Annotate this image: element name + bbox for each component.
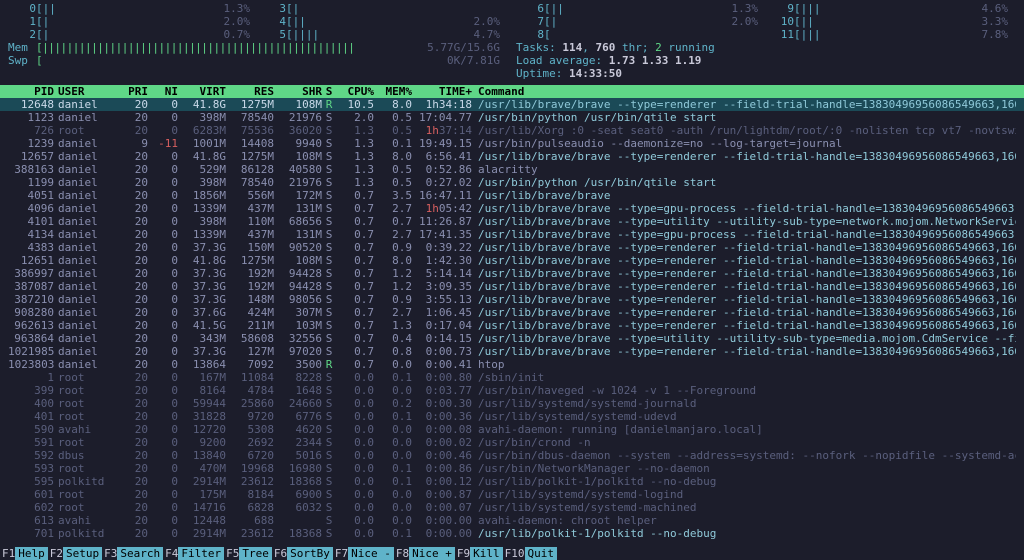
- process-row[interactable]: 701polkitd2002914M2361218368S0.00.10:00.…: [0, 527, 1024, 540]
- process-row[interactable]: 12657daniel20041.8G1275M108MS1.38.06:56.…: [0, 150, 1024, 163]
- col-pid[interactable]: PID: [8, 85, 58, 98]
- col-pri[interactable]: PRI: [118, 85, 148, 98]
- col-ni[interactable]: NI: [148, 85, 178, 98]
- tasks-info: Tasks: 114, 760 thr; 2 running: [516, 41, 1016, 54]
- process-row[interactable]: 401root2003182897206776S0.00.10:00.36/us…: [0, 410, 1024, 423]
- cpu-meter-10: 10[||3.3%: [766, 15, 1016, 28]
- col-user[interactable]: USER: [58, 85, 118, 98]
- col-virt[interactable]: VIRT: [178, 85, 226, 98]
- fkey-f7: F7: [333, 547, 348, 560]
- cpu-meter-3: 3[|: [258, 2, 508, 15]
- process-row[interactable]: 4134daniel2001339M437M131MS0.72.717:41.3…: [0, 228, 1024, 241]
- process-row[interactable]: 1239daniel9-111001M144089940S1.30.119:49…: [0, 137, 1024, 150]
- cpu-meter-8: 8[: [516, 28, 766, 41]
- process-row[interactable]: 386997daniel20037.3G192M94428S0.71.25:14…: [0, 267, 1024, 280]
- process-row[interactable]: 962613daniel20041.5G211M103MS0.71.30:17.…: [0, 319, 1024, 332]
- process-row[interactable]: 963864daniel200343M5860832556S0.70.40:14…: [0, 332, 1024, 345]
- process-row[interactable]: 12648daniel20041.8G1275M108MR10.58.01h34…: [0, 98, 1024, 111]
- fkey-f5-label[interactable]: Tree: [239, 547, 272, 560]
- process-row[interactable]: 1023803daniel2001386470923500R0.70.00:00…: [0, 358, 1024, 371]
- fkey-f10: F10: [503, 547, 525, 560]
- col-shr[interactable]: SHR: [274, 85, 322, 98]
- fkey-f4-label[interactable]: Filter: [178, 547, 224, 560]
- col-time[interactable]: TIME+: [412, 85, 476, 98]
- fkey-f4: F4: [163, 547, 178, 560]
- process-row[interactable]: 4383daniel20037.3G150M90520S0.70.90:39.2…: [0, 241, 1024, 254]
- fkey-f6: F6: [272, 547, 287, 560]
- process-row[interactable]: 613avahi20012448688S0.00.00:00.00avahi-d…: [0, 514, 1024, 527]
- cpu-meter-2: 2[|0.7%: [8, 28, 258, 41]
- process-row[interactable]: 591root200920026922344S0.00.00:00.02/usr…: [0, 436, 1024, 449]
- fkey-f1-label[interactable]: Help: [15, 547, 48, 560]
- fkey-f8: F8: [394, 547, 409, 560]
- process-row[interactable]: 1root200167M110848228S0.00.10:00.80/sbin…: [0, 371, 1024, 384]
- col-cpu[interactable]: CPU%: [336, 85, 374, 98]
- process-row[interactable]: 593root200470M1996816980S0.00.10:00.86/u…: [0, 462, 1024, 475]
- cpu-meter-9: 9[|||4.6%: [766, 2, 1016, 15]
- swap-meter: Swp [ 0K/7.81G: [8, 54, 508, 67]
- process-table-header[interactable]: PID USER PRI NI VIRT RES SHR S CPU% MEM%…: [0, 85, 1024, 98]
- fkey-f10-label[interactable]: Quit: [525, 547, 558, 560]
- cpu-meter-4: 4[||2.0%: [258, 15, 508, 28]
- fkey-f1: F1: [0, 547, 15, 560]
- uptime: Uptime: 14:33:50: [516, 67, 1016, 80]
- fkey-f9-label[interactable]: Kill: [470, 547, 503, 560]
- col-command[interactable]: Command: [476, 85, 1016, 98]
- process-row[interactable]: 590avahi2001272053084620S0.00.00:00.08av…: [0, 423, 1024, 436]
- process-row[interactable]: 908280daniel20037.6G424M307MS0.72.71:06.…: [0, 306, 1024, 319]
- process-row[interactable]: 4096daniel2001339M437M131MS0.72.71h05:42…: [0, 202, 1024, 215]
- process-row[interactable]: 726root2006283M7553636020S1.30.51h37:14/…: [0, 124, 1024, 137]
- cpu-meter-1: 1[|2.0%: [8, 15, 258, 28]
- cpu-meter-11: 11[|||7.8%: [766, 28, 1016, 41]
- process-row[interactable]: 4051daniel2001856M556M172MS0.73.516:47.1…: [0, 189, 1024, 202]
- process-row[interactable]: 1123daniel200398M7854021976S2.00.517:04.…: [0, 111, 1024, 124]
- col-mem[interactable]: MEM%: [374, 85, 412, 98]
- cpu-meter-7: 7[|2.0%: [516, 15, 766, 28]
- fkey-f3-label[interactable]: Search: [117, 547, 163, 560]
- process-row[interactable]: 595polkitd2002914M2361218368S0.00.10:00.…: [0, 475, 1024, 488]
- fkey-f5: F5: [224, 547, 239, 560]
- fkey-f2-label[interactable]: Setup: [63, 547, 102, 560]
- col-state[interactable]: S: [322, 85, 336, 98]
- process-row[interactable]: 1199daniel200398M7854021976S1.30.50:27.0…: [0, 176, 1024, 189]
- cpu-meter-0: 0[||1.3%: [8, 2, 258, 15]
- fkey-f2: F2: [48, 547, 63, 560]
- process-row[interactable]: 602root2001471668286032S0.00.00:00.07/us…: [0, 501, 1024, 514]
- memory-meter: Mem [|||||||||||||||||||||||||||||||||||…: [8, 41, 508, 54]
- function-key-bar: F1HelpF2SetupF3SearchF4FilterF5TreeF6Sor…: [0, 547, 1024, 560]
- process-row[interactable]: 1021985daniel20037.3G127M97020S0.70.80:0…: [0, 345, 1024, 358]
- fkey-f8-label[interactable]: Nice +: [409, 547, 455, 560]
- cpu-meter-6: 6[||1.3%: [516, 2, 766, 15]
- process-row[interactable]: 388163daniel200529M8612840580S1.30.50:52…: [0, 163, 1024, 176]
- process-row[interactable]: 4101daniel200398M110M68656S0.70.711:26.8…: [0, 215, 1024, 228]
- fkey-f3: F3: [102, 547, 117, 560]
- system-meters: 0[||1.3%1[|2.0%2[|0.7%3[|4[||2.0%5[||||4…: [0, 0, 1024, 85]
- process-row[interactable]: 387210daniel20037.3G148M98056S0.70.93:55…: [0, 293, 1024, 306]
- process-row[interactable]: 601root200175M81846900S0.00.00:00.87/usr…: [0, 488, 1024, 501]
- process-row[interactable]: 12651daniel20041.8G1275M108MS0.78.01:42.…: [0, 254, 1024, 267]
- process-list[interactable]: 12648daniel20041.8G1275M108MR10.58.01h34…: [0, 98, 1024, 540]
- process-row[interactable]: 387087daniel20037.3G192M94428S0.71.23:09…: [0, 280, 1024, 293]
- col-res[interactable]: RES: [226, 85, 274, 98]
- fkey-f7-label[interactable]: Nice -: [348, 547, 394, 560]
- process-row[interactable]: 400root200599442586024660S0.00.20:00.30/…: [0, 397, 1024, 410]
- load-average: Load average: 1.73 1.33 1.19: [516, 54, 1016, 67]
- fkey-f9: F9: [455, 547, 470, 560]
- fkey-f6-label[interactable]: SortBy: [287, 547, 333, 560]
- cpu-meter-5: 5[||||4.7%: [258, 28, 508, 41]
- process-row[interactable]: 592dbus2001384067205016S0.00.00:00.46/us…: [0, 449, 1024, 462]
- process-row[interactable]: 399root200816447841648S0.00.00:03.77/usr…: [0, 384, 1024, 397]
